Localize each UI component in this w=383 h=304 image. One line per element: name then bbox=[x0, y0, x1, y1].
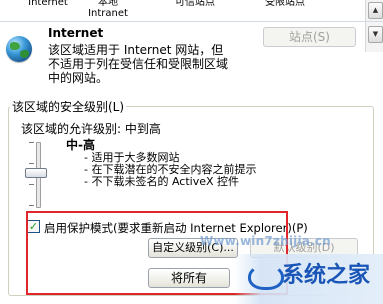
level-bullet: - 不下载未签名的 ActiveX 控件 bbox=[84, 175, 240, 188]
zone-list-scrollbar[interactable]: ▲ ▼ bbox=[365, 0, 383, 52]
zone-list-divider bbox=[0, 21, 383, 22]
internet-globe-icon bbox=[6, 36, 32, 62]
logo-text: 系统之家 bbox=[282, 263, 371, 288]
logo-swirl-icon bbox=[248, 264, 284, 290]
security-group-title: 该区域的安全级别(L) bbox=[10, 98, 127, 115]
slider-tick bbox=[29, 163, 34, 164]
slider-tick bbox=[29, 205, 34, 206]
slider-tick bbox=[29, 184, 34, 185]
scroll-down-icon[interactable]: ▼ bbox=[368, 26, 383, 43]
watermark-url: Www.win7zhijia.cn bbox=[200, 234, 331, 248]
zone-intranet-label[interactable]: 本地 Intranet bbox=[86, 0, 130, 19]
security-level-bullets: - 适用于大多数网站 - 在下载潜在的不安全内容之前提示 - 不下载未签名的 A… bbox=[84, 152, 256, 188]
scroll-up-icon[interactable]: ▲ bbox=[368, 2, 383, 19]
zone-trusted-label[interactable]: 可信站点 bbox=[160, 0, 230, 8]
zone-internet-label[interactable]: Internet bbox=[18, 0, 78, 8]
allowed-levels-text: 该区域的允许级别: 中到高 bbox=[21, 122, 161, 136]
security-slider-thumb[interactable] bbox=[25, 168, 47, 178]
zone-restricted-label[interactable]: 受限站点 bbox=[250, 0, 320, 8]
sites-button[interactable]: 站点(S) bbox=[263, 27, 356, 47]
zone-name: Internet bbox=[48, 26, 104, 40]
zone-description: 该区域适用于 Internet 网站，但 不适用于列在受信任和受限制区域 中的网… bbox=[48, 43, 229, 85]
site-logo: 系统之家 bbox=[234, 254, 383, 304]
slider-tick bbox=[29, 142, 34, 143]
